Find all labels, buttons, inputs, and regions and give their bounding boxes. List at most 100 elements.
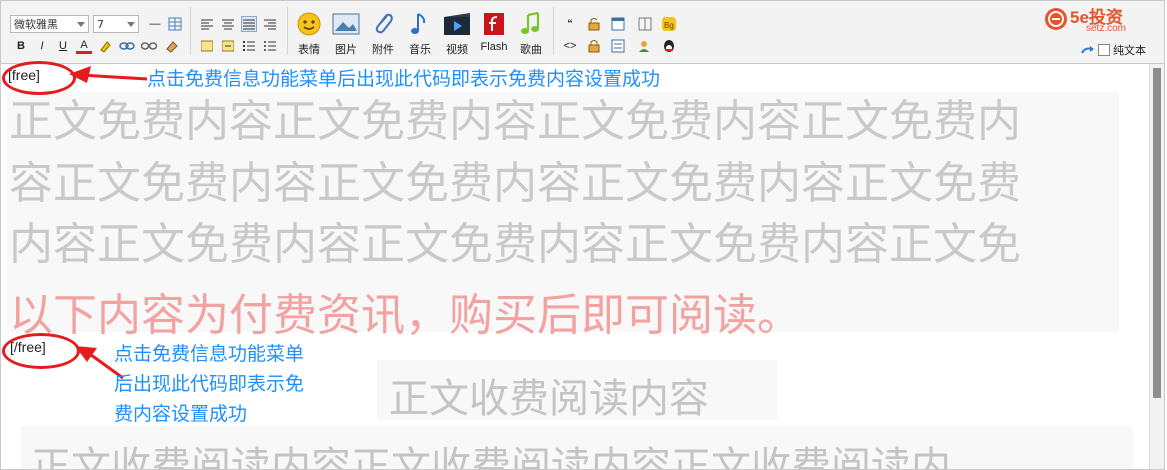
paragraph-button[interactable] (199, 38, 215, 54)
ordered-list-icon (243, 41, 255, 51)
italic-glyph: I (40, 40, 44, 52)
editor-content[interactable]: [free] 点击免费信息功能菜单后出现此代码即表示免费内容设置成功 正文免费内… (1, 61, 1149, 470)
flash-icon (484, 13, 504, 35)
video-button-label: 视频 (446, 44, 468, 56)
unlink-button[interactable] (141, 38, 157, 54)
free-text-line-2: 容正文免费内容正文免费内容正文免费内容正文免费 (9, 158, 1021, 209)
align-justify-icon (243, 19, 255, 30)
toolbar-divider (287, 7, 288, 55)
annotation-note-bottom-line-2: 后出现此代码即表示免 (114, 373, 305, 395)
text-color-glyph: A (80, 38, 88, 51)
chevron-down-icon (127, 22, 135, 27)
plain-text-toggle[interactable]: 纯文本 (1081, 42, 1146, 58)
table-icon (168, 17, 182, 31)
user-button[interactable] (637, 38, 653, 54)
qq-penguin-icon (664, 40, 674, 52)
qq-button[interactable] (661, 38, 677, 54)
align-center-button[interactable] (220, 16, 236, 32)
paid-content-button[interactable] (586, 38, 602, 54)
underline-button[interactable]: U (55, 38, 71, 54)
code-window-icon (611, 17, 625, 31)
video-button[interactable]: 视频 (439, 11, 475, 59)
quote-button[interactable]: “ (562, 16, 578, 32)
bg-button[interactable]: Bg (661, 16, 677, 32)
annotation-circle-top (2, 61, 76, 95)
bg-icon: Bg (662, 17, 676, 31)
horizontal-rule-glyph: — (149, 18, 161, 30)
quote-glyph: “ (567, 18, 573, 30)
free-text-line-3: 内容正文免费内容正文免费内容正文免费内容正文免 (9, 219, 1021, 270)
unordered-list-button[interactable] (262, 38, 278, 54)
code-block-button[interactable] (610, 16, 626, 32)
image-button[interactable]: 图片 (328, 11, 364, 59)
paid-body-text: 正文收费阅读内容正文收费阅读内容正文收费阅读内 (31, 444, 951, 470)
list-box-icon (611, 39, 625, 53)
indent-icon (222, 40, 234, 52)
align-right-icon (264, 19, 276, 30)
emoji-button[interactable]: 表情 (291, 11, 327, 59)
align-right-button[interactable] (262, 16, 278, 32)
clear-format-button[interactable] (164, 38, 180, 54)
text-color-button[interactable]: A (76, 38, 92, 54)
align-center-icon (222, 19, 234, 30)
table-button[interactable] (167, 16, 183, 32)
paid-notice: 以下内容为付费资讯，购买后即可阅读。 (9, 290, 801, 341)
flash-button[interactable]: Flash (476, 11, 512, 59)
music-note-icon (411, 13, 426, 34)
font-family-select[interactable]: 微软雅黑 (10, 15, 89, 33)
free-content-button[interactable] (586, 16, 602, 32)
image-button-label: 图片 (335, 44, 357, 56)
vertical-scrollbar[interactable] (1149, 64, 1164, 469)
attachment-button[interactable]: 附件 (365, 11, 401, 59)
hide-content-button[interactable] (610, 38, 626, 54)
underline-glyph: U (59, 40, 67, 52)
font-size-value: 7 (97, 18, 104, 31)
italic-button[interactable]: I (34, 38, 50, 54)
song-button-label: 歌曲 (520, 44, 542, 56)
bold-button[interactable]: B (13, 38, 29, 54)
toolbar-divider (190, 7, 191, 55)
flash-button-label: Flash (480, 41, 508, 53)
music-button[interactable]: 音乐 (402, 11, 438, 59)
annotation-note-top: 点击免费信息功能菜单后出现此代码即表示免费内容设置成功 (147, 68, 661, 90)
site-logo: 5e投资 setz.com (1044, 3, 1156, 37)
logo-sub-text: setz.com (1086, 23, 1127, 34)
annotation-circle-bottom (2, 333, 80, 369)
toolbar-divider (553, 7, 554, 55)
site-logo-icon (1045, 8, 1067, 30)
plain-text-checkbox[interactable] (1098, 44, 1110, 56)
annotation-note-bottom-line-3: 费内容设置成功 (114, 403, 248, 425)
emoji-icon (297, 12, 321, 36)
paid-title: 正文收费阅读内容 (389, 376, 709, 422)
code-glyph: <> (563, 40, 577, 52)
scrollbar-thumb[interactable] (1153, 68, 1161, 398)
unlink-icon (141, 42, 157, 50)
indent-button[interactable] (220, 38, 236, 54)
plain-text-label: 纯文本 (1113, 45, 1146, 57)
link-button[interactable] (119, 38, 135, 54)
highlight-icon (100, 41, 111, 53)
user-key-icon (639, 41, 649, 52)
horizontal-rule-button[interactable]: — (147, 16, 163, 32)
music-button-label: 音乐 (409, 44, 431, 56)
highlight-button[interactable] (97, 38, 113, 54)
align-justify-button[interactable] (241, 16, 257, 32)
lock-icon (588, 40, 600, 53)
video-icon (444, 13, 470, 35)
ordered-list-button[interactable] (241, 38, 257, 54)
editor-toolbar: 微软雅黑 7 — B I U A 表情 图片 附件 音乐 视频 Flash 歌曲… (1, 1, 1164, 64)
song-button[interactable]: 歌曲 (513, 11, 549, 59)
unordered-list-icon (264, 41, 276, 51)
eraser-icon (166, 41, 178, 53)
svg-text:Bg: Bg (664, 21, 674, 30)
lock-open-icon (588, 18, 600, 31)
attachment-button-label: 附件 (372, 44, 394, 56)
columns-button[interactable] (637, 16, 653, 32)
code-button[interactable]: <> (562, 38, 578, 54)
emoji-button-label: 表情 (298, 44, 320, 56)
redo-arrow-icon (1081, 46, 1094, 54)
font-size-select[interactable]: 7 (93, 15, 139, 33)
align-left-button[interactable] (199, 16, 215, 32)
image-icon (332, 13, 360, 35)
free-text-line-1: 正文免费内容正文免费内容正文免费内容正文免费内 (9, 96, 1021, 147)
